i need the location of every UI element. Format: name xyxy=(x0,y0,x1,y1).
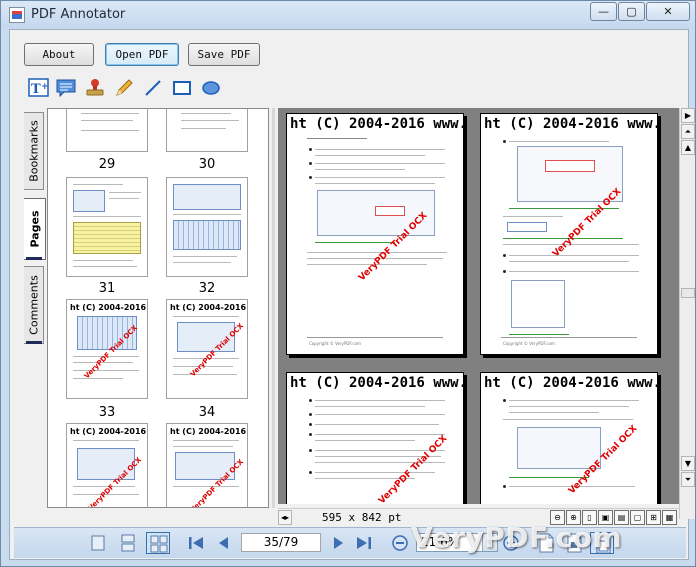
line-icon[interactable] xyxy=(142,78,164,98)
page-size-label: 595 x 842 pt xyxy=(322,511,402,524)
single-page-view-icon[interactable] xyxy=(86,532,110,554)
svg-text:+: + xyxy=(41,82,49,92)
continuous-view-icon[interactable] xyxy=(116,532,140,554)
continuous-icon[interactable]: ⊞ xyxy=(646,510,661,525)
thumbnail-header: ht (C) 2004-2016 www.very xyxy=(70,427,147,436)
trial-stamp: VeryPDF Trial OCX xyxy=(376,433,450,504)
document-page: ht (C) 2004-2016 www.very VeryPDF Trial xyxy=(286,372,464,504)
about-button[interactable]: About xyxy=(24,43,94,66)
rectangle-icon[interactable] xyxy=(171,78,193,98)
page-number-label: 34 xyxy=(198,405,216,420)
previous-page-icon[interactable] xyxy=(212,532,236,554)
document-viewer[interactable]: ht (C) 2004-2016 www.very VeryPDF Trial … xyxy=(278,108,679,504)
side-tabs: Bookmarks Pages Comments xyxy=(24,112,46,348)
page-thumbnail-35[interactable]: ht (C) 2004-2016 www.very VeryPDF Trial … xyxy=(66,423,148,507)
scroll-right-icon[interactable]: ▶ xyxy=(681,108,695,123)
page-thumbnail-34[interactable]: ht (C) 2004-2016 www.very VeryPDF Trial … xyxy=(166,299,248,399)
page-thumbnail-30[interactable] xyxy=(166,109,248,152)
tab-bookmarks-label: Bookmarks xyxy=(27,120,40,182)
thumbnail-header: ht (C) 2004-2016 www.very xyxy=(70,303,147,312)
page-thumbnail-33[interactable]: ht (C) 2004-2016 www.very VeryPDF Trial … xyxy=(66,299,148,399)
page-header-text: ht (C) 2004-2016 www.very xyxy=(484,116,658,132)
zoom-out-icon[interactable] xyxy=(388,532,412,554)
tab-comments[interactable]: Comments xyxy=(24,266,44,344)
scroll-thumb[interactable] xyxy=(681,288,695,298)
tab-bookmarks[interactable]: Bookmarks xyxy=(24,112,44,190)
tab-pages-label: Pages xyxy=(28,210,41,248)
window-title: PDF Annotator xyxy=(31,7,126,22)
tab-comments-label: Comments xyxy=(27,275,40,335)
stamp-icon[interactable] xyxy=(84,78,106,98)
facing-pages-icon[interactable]: ▦ xyxy=(662,510,677,525)
client-area: About Open PDF Save PDF T + Bookmarks Pag… xyxy=(9,29,695,560)
page-thumbnail-29[interactable] xyxy=(66,109,148,152)
page-header-text: ht (C) 2004-2016 www.very xyxy=(484,375,658,391)
page-footer-text: Copyright © VeryPDF.com xyxy=(503,341,555,346)
page-number-label: 31 xyxy=(98,281,116,296)
app-window: PDF Annotator — ▢ ✕ About Open PDF Save … xyxy=(0,0,696,567)
watermark-logo: VeryPDF.com xyxy=(411,521,623,554)
window-controls: — ▢ ✕ xyxy=(589,2,690,21)
page-number-label: 30 xyxy=(198,157,216,172)
first-page-scroll-icon[interactable]: ⏶ xyxy=(681,124,695,139)
scroll-up-icon[interactable]: ▲ xyxy=(681,140,695,155)
last-page-scroll-icon[interactable]: ⏷ xyxy=(681,472,695,487)
facing-view-icon[interactable] xyxy=(146,532,170,554)
page-number-label: 32 xyxy=(198,281,216,296)
page-header-text: ht (C) 2004-2016 www.very xyxy=(290,375,464,391)
first-page-icon[interactable] xyxy=(184,532,208,554)
single-page-icon[interactable]: ▢ xyxy=(630,510,645,525)
page-header-text: ht (C) 2004-2016 www.very xyxy=(290,116,464,132)
maximize-button[interactable]: ▢ xyxy=(618,2,645,21)
title-bar[interactable]: PDF Annotator — ▢ ✕ xyxy=(1,1,695,28)
thumbnail-header: ht (C) 2004-2016 www.very xyxy=(170,303,247,312)
tab-pages[interactable]: Pages xyxy=(24,198,46,260)
text-box-icon[interactable]: T + xyxy=(28,78,50,98)
split-handle-icon[interactable]: ◂▸ xyxy=(278,510,292,525)
app-icon xyxy=(9,7,25,23)
thumbnail-header: ht (C) 2004-2016 www.very xyxy=(170,427,247,436)
page-footer-text: Copyright © VeryPDF.com xyxy=(309,341,361,346)
page-thumbnail-32[interactable] xyxy=(166,177,248,277)
minimize-button[interactable]: — xyxy=(590,2,617,21)
ellipse-icon[interactable] xyxy=(200,78,222,98)
pencil-icon[interactable] xyxy=(113,78,135,98)
page-thumbnail-31[interactable] xyxy=(66,177,148,277)
next-page-icon[interactable] xyxy=(326,532,350,554)
close-button[interactable]: ✕ xyxy=(646,2,690,21)
page-number-input[interactable]: 35/79 xyxy=(241,533,321,552)
panel-splitter[interactable] xyxy=(272,108,275,508)
page-number-label: 29 xyxy=(98,157,116,172)
note-icon[interactable] xyxy=(55,78,77,98)
open-pdf-button[interactable]: Open PDF xyxy=(105,43,179,66)
page-number-label: 33 xyxy=(98,405,116,420)
scroll-down-icon[interactable]: ▼ xyxy=(681,456,695,471)
document-page: ht (C) 2004-2016 www.very VeryPDF Trial … xyxy=(286,113,464,355)
svg-text:T: T xyxy=(31,82,41,97)
page-thumbnail-36[interactable]: ht (C) 2004-2016 www.very VeryPDF Trial … xyxy=(166,423,248,507)
viewer-vertical-scrollbar[interactable]: ▶ ⏶ ▲ ▼ ⏷ xyxy=(679,108,695,519)
save-pdf-button[interactable]: Save PDF xyxy=(188,43,260,66)
document-page: ht (C) 2004-2016 www.very VeryPDF Trial … xyxy=(480,372,658,504)
thumbnail-panel: 29 30 31 32 ht (C) 2004-2016 VeryPDF Tri… xyxy=(47,108,269,508)
document-page: ht (C) 2004-2016 www.very VeryPDF Trial … xyxy=(480,113,658,355)
last-page-icon[interactable] xyxy=(352,532,376,554)
